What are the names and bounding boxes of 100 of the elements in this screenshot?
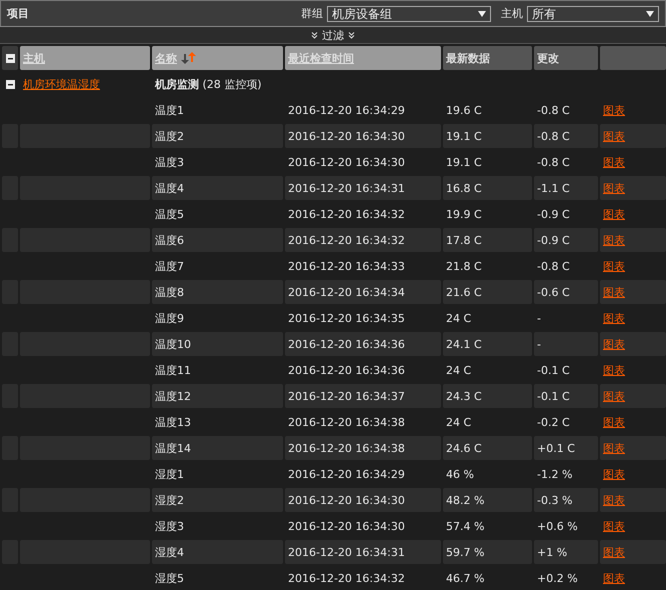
collapse-icon[interactable] [6,80,14,88]
table-cell: -0.8 C [534,124,598,148]
filter-label: 主机 [501,6,523,21]
table-cell-text: 21.8 C [445,258,483,274]
graph-link[interactable]: 图表 [603,518,625,534]
table-cell-text: 2016-12-20 16:34:29 [287,102,406,118]
graph-link[interactable]: 图表 [603,492,625,508]
table-cell: 2016-12-20 16:34:34 [285,280,441,304]
table-cell: 温度12 [152,384,283,408]
table-cell: 2016-12-20 16:34:30 [285,124,441,148]
table-cell: 温度14 [152,436,283,460]
table-cell-text: -0.9 C [536,206,571,222]
item-count: (28 监控项) [202,76,262,92]
table-cell-text: -1.2 % [536,466,574,482]
graph-link[interactable]: 图表 [603,128,625,144]
column-header: 更改 [534,46,598,70]
table-cell-text: 2016-12-20 16:34:32 [287,206,406,222]
table-cell: 19.1 C [443,124,532,148]
graph-link[interactable]: 图表 [603,544,625,560]
graph-link[interactable]: 图表 [603,440,625,456]
table-cell-text: 2016-12-20 16:34:30 [287,518,406,534]
graph-link[interactable]: 图表 [603,466,625,482]
table-cell-text: 温度11 [154,362,192,378]
table-cell: 24.3 C [443,384,532,408]
graph-link[interactable]: 图表 [603,570,625,586]
graph-link[interactable]: 图表 [603,180,625,196]
graph-link[interactable]: 图表 [603,206,625,222]
caret-icon [646,10,654,16]
table-cell-text: 温度1 [154,102,185,118]
table-cell-text: 46 % [445,466,475,482]
table-cell-text: 2016-12-20 16:34:36 [287,362,406,378]
chevron-down-icon [348,32,355,38]
caret-icon [478,10,486,16]
table-cell-text: - [536,310,542,326]
table-cell: 温度4 [152,176,283,200]
table-cell-text: 2016-12-20 16:34:33 [287,258,406,274]
table-cell-text: 温度3 [154,154,185,170]
graph-link[interactable]: 图表 [603,414,625,430]
table-cell-text: 温度9 [154,310,185,326]
graph-link[interactable]: 图表 [603,284,625,300]
table-cell-text: -0.2 C [536,414,571,430]
table-cell-text: 2016-12-20 16:34:38 [287,414,406,430]
table-cell: 16.8 C [443,176,532,200]
group-name: 机房监测 [155,76,199,92]
table-cell-text: 57.4 % [445,518,486,534]
graph-link[interactable]: 图表 [603,362,625,378]
table-cell-text: +0.6 % [536,518,579,534]
table-cell-text: -0.8 C [536,258,571,274]
table-cell-text: 2016-12-20 16:34:35 [287,310,406,326]
table-cell: - [534,332,598,356]
table-cell-text: 2016-12-20 16:34:32 [287,570,406,586]
table-cell: 温度6 [152,228,283,252]
collapse-icon[interactable] [6,54,14,62]
table-cell: -1.1 C [534,176,598,200]
table-cell: 2016-12-20 16:34:30 [285,488,441,512]
table-cell: 2016-12-20 16:34:31 [285,540,441,564]
table-cell: 21.6 C [443,280,532,304]
table-cell: 24.1 C [443,332,532,356]
table-cell-text: -0.8 C [536,154,571,170]
table-cell-text: 24 C [445,414,472,430]
table-cell: 2016-12-20 16:34:31 [285,176,441,200]
filter-toggle[interactable]: 过滤 [322,28,344,42]
table-cell-text: 湿度3 [154,518,185,534]
table-cell: 温度8 [152,280,283,304]
sort-icon [180,51,198,65]
table-cell: 温度2 [152,124,283,148]
graph-link[interactable]: 图表 [603,154,625,170]
table-cell-text: 2016-12-20 16:34:29 [287,466,406,482]
table-cell: 湿度2 [152,488,283,512]
table-cell-text: +0.2 % [536,570,579,586]
table-cell-text: 湿度1 [154,466,185,482]
graph-link[interactable]: 图表 [603,310,625,326]
table-cell: 2016-12-20 16:34:38 [285,436,441,460]
table-cell-text: 温度7 [154,258,185,274]
table-cell-text: 19.1 C [445,154,483,170]
dropdown[interactable]: 所有 [527,6,659,22]
table-cell: -0.6 C [534,280,598,304]
graph-link[interactable]: 图表 [603,336,625,352]
chevron-down-icon [311,32,318,38]
graph-link[interactable]: 图表 [603,102,625,118]
table-cell: 24.6 C [443,436,532,460]
graph-link[interactable]: 图表 [603,258,625,274]
table-cell: 2016-12-20 16:34:36 [285,332,441,356]
table-cell: -0.3 % [534,488,598,512]
table-cell: -0.9 C [534,228,598,252]
table-cell-text: -0.1 C [536,362,571,378]
table-cell: 17.8 C [443,228,532,252]
host-link[interactable]: 机房环境温湿度 [23,76,100,92]
graph-link[interactable]: 图表 [603,388,625,404]
graph-link[interactable]: 图表 [603,232,625,248]
table-cell: 温度10 [152,332,283,356]
table-cell-text: 46.7 % [445,570,486,586]
table-cell-text: 湿度5 [154,570,185,586]
table-cell: +0.1 C [534,436,598,460]
dropdown[interactable]: 机房设备组 [327,6,491,22]
table-cell-text: 2016-12-20 16:34:30 [287,154,406,170]
table-cell: +1 % [534,540,598,564]
table-cell-text: 24 C [445,310,472,326]
table-cell-text: 19.6 C [445,102,483,118]
table-cell: 59.7 % [443,540,532,564]
